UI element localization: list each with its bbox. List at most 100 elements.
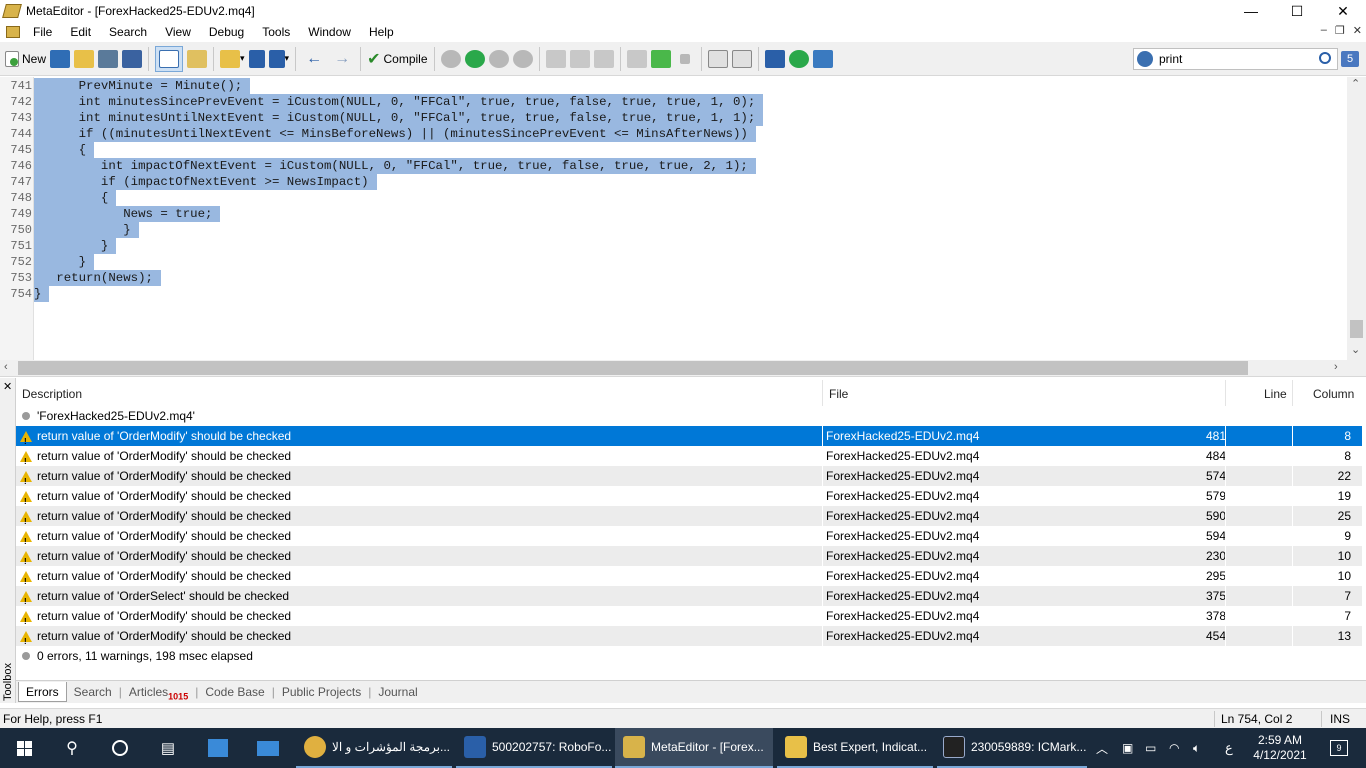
column-description[interactable]: Description — [22, 383, 82, 405]
code-text[interactable]: News = true; — [34, 206, 221, 222]
warning-row[interactable]: return value of 'OrderModify' should be … — [16, 566, 1362, 592]
navigator-toggle-button[interactable] — [155, 45, 184, 72]
taskbar-roboforex[interactable]: 500202757: RoboFo... — [456, 728, 612, 768]
tab-journal[interactable]: Journal — [371, 682, 424, 702]
code-text[interactable]: int minutesUntilNextEvent = iCustom(NULL… — [34, 110, 764, 126]
code-text[interactable]: return(News); — [34, 270, 161, 286]
menu-tools[interactable]: Tools — [253, 22, 299, 42]
mdi-restore-button[interactable]: ❐ — [1335, 24, 1345, 37]
notifications-button[interactable]: 9 — [1324, 728, 1354, 768]
minimize-button[interactable]: — — [1228, 0, 1274, 22]
run-to-cursor-button[interactable] — [650, 46, 671, 72]
scroll-up-icon[interactable]: ⌃ — [1351, 77, 1360, 90]
menu-view[interactable]: View — [156, 22, 200, 42]
tray-chevron-icon[interactable]: ︿ — [1096, 728, 1108, 768]
tab-public-projects[interactable]: Public Projects — [275, 682, 368, 702]
warning-row[interactable]: return value of 'OrderModify' should be … — [16, 506, 1362, 532]
function-button[interactable]: ▾ — [268, 46, 289, 72]
scroll-down-icon[interactable]: ⌄ — [1351, 343, 1360, 356]
save-button[interactable] — [98, 46, 119, 72]
code-text[interactable]: { — [34, 190, 117, 206]
new-button[interactable]: New — [5, 46, 46, 72]
menu-file[interactable]: File — [24, 22, 61, 42]
cortana-icon[interactable] — [96, 728, 144, 768]
scroll-left-icon[interactable]: ‹ — [4, 361, 8, 373]
vertical-scroll-thumb[interactable] — [1350, 320, 1363, 338]
stop-button[interactable] — [675, 46, 695, 72]
search-icon[interactable] — [1319, 52, 1331, 64]
clock[interactable]: 2:59 AM 4/12/2021 — [1246, 728, 1314, 768]
summary-row[interactable]: 0 errors, 11 warnings, 198 msec elapsed — [16, 646, 1362, 666]
search-input[interactable] — [1159, 52, 1309, 66]
column-file[interactable]: File — [829, 383, 848, 405]
search-results-badge[interactable]: 5 — [1341, 51, 1359, 67]
warning-row[interactable]: return value of 'OrderSelect' should be … — [16, 586, 1362, 612]
tray-device-icon[interactable]: ▣ — [1122, 728, 1133, 768]
code-text[interactable]: if (impactOfNextEvent >= NewsImpact) — [34, 174, 377, 190]
copy-button[interactable] — [707, 46, 728, 72]
menu-help[interactable]: Help — [360, 22, 403, 42]
compile-button[interactable]: ✔ Compile — [367, 46, 427, 72]
new-project-button[interactable] — [50, 46, 71, 72]
warning-row[interactable]: return value of 'OrderModify' should be … — [16, 546, 1362, 572]
code-text[interactable]: } — [34, 222, 139, 238]
search-taskbar-icon[interactable]: ⚲ — [48, 728, 96, 768]
code-text[interactable]: int minutesSincePrevEvent = iCustom(NULL… — [34, 94, 764, 110]
step-over-button[interactable] — [569, 46, 590, 72]
variable-button[interactable] — [248, 46, 265, 72]
code-text[interactable]: } — [34, 254, 95, 270]
toolbox-close-button[interactable]: ✕ — [3, 380, 12, 393]
warning-row[interactable]: return value of 'OrderModify' should be … — [16, 446, 1362, 472]
search-box[interactable] — [1133, 48, 1338, 70]
battery-icon[interactable]: ▭ — [1145, 728, 1156, 768]
tab-search[interactable]: Search — [67, 682, 119, 702]
warning-row[interactable]: return value of 'OrderModify' should be … — [16, 626, 1362, 652]
forward-button[interactable]: → — [330, 46, 354, 72]
editor-vertical-scrollbar[interactable]: ⌃ ⌄ — [1347, 77, 1366, 360]
step-into-button[interactable] — [545, 46, 566, 72]
code-text[interactable]: if ((minutesUntilNextEvent <= MinsBefore… — [34, 126, 756, 142]
taskbar-icmarkets[interactable]: 230059889: ICMark... — [937, 728, 1087, 768]
code-text[interactable]: } — [34, 286, 50, 302]
menu-edit[interactable]: Edit — [61, 22, 100, 42]
menu-search[interactable]: Search — [100, 22, 156, 42]
code-editor[interactable]: 741 PrevMinute = Minute(); 742 int minute… — [0, 77, 1366, 360]
warning-row[interactable]: return value of 'OrderModify' should be … — [16, 426, 1362, 452]
breakpoint-button[interactable] — [626, 46, 647, 72]
taskbar-metaeditor[interactable]: MetaEditor - [Forex... — [615, 728, 773, 768]
find-button[interactable] — [731, 46, 752, 72]
column-line[interactable]: Line — [1264, 383, 1287, 405]
warning-row[interactable]: return value of 'OrderModify' should be … — [16, 606, 1362, 632]
toolbox-toggle-button[interactable] — [187, 46, 208, 72]
taskbar-explorer[interactable]: Best Expert, Indicat... — [777, 728, 933, 768]
tab-articles[interactable]: Articles1015 — [122, 682, 195, 702]
maximize-button[interactable]: ☐ — [1274, 0, 1320, 22]
open-button[interactable] — [74, 46, 95, 72]
start-button[interactable] — [0, 728, 48, 768]
file-title-row[interactable]: 'ForexHacked25-EDUv2.mq4' — [16, 406, 1362, 426]
scroll-right-icon[interactable]: › — [1334, 361, 1338, 373]
mail-icon[interactable] — [244, 728, 292, 768]
task-view-icon[interactable]: ▤ — [144, 728, 192, 768]
gear-icon[interactable] — [1137, 51, 1153, 67]
close-button[interactable]: ✕ — [1320, 0, 1366, 22]
warning-row[interactable]: return value of 'OrderModify' should be … — [16, 486, 1362, 512]
menu-debug[interactable]: Debug — [200, 22, 253, 42]
debug-restart-button[interactable] — [440, 46, 461, 72]
mdi-close-button[interactable]: ✕ — [1353, 24, 1362, 37]
volume-icon[interactable]: 🔈︎ — [1193, 728, 1200, 768]
terminal-button[interactable] — [812, 46, 833, 72]
warning-row[interactable]: return value of 'OrderModify' should be … — [16, 526, 1362, 552]
wifi-icon[interactable]: ◠ — [1169, 728, 1179, 768]
menu-window[interactable]: Window — [299, 22, 360, 42]
code-text[interactable]: int impactOfNextEvent = iCustom(NULL, 0,… — [34, 158, 756, 174]
tab-codebase[interactable]: Code Base — [198, 682, 271, 702]
step-out-button[interactable] — [593, 46, 614, 72]
tester-button[interactable] — [788, 46, 809, 72]
styler-tool-button[interactable] — [764, 46, 785, 72]
horizontal-scroll-thumb[interactable] — [18, 361, 1248, 375]
input-language[interactable]: ع — [1225, 728, 1233, 768]
stop-debug-button[interactable] — [512, 46, 533, 72]
mdi-minimize-button[interactable]: – — [1321, 24, 1327, 37]
start-debug-button[interactable] — [464, 46, 485, 72]
